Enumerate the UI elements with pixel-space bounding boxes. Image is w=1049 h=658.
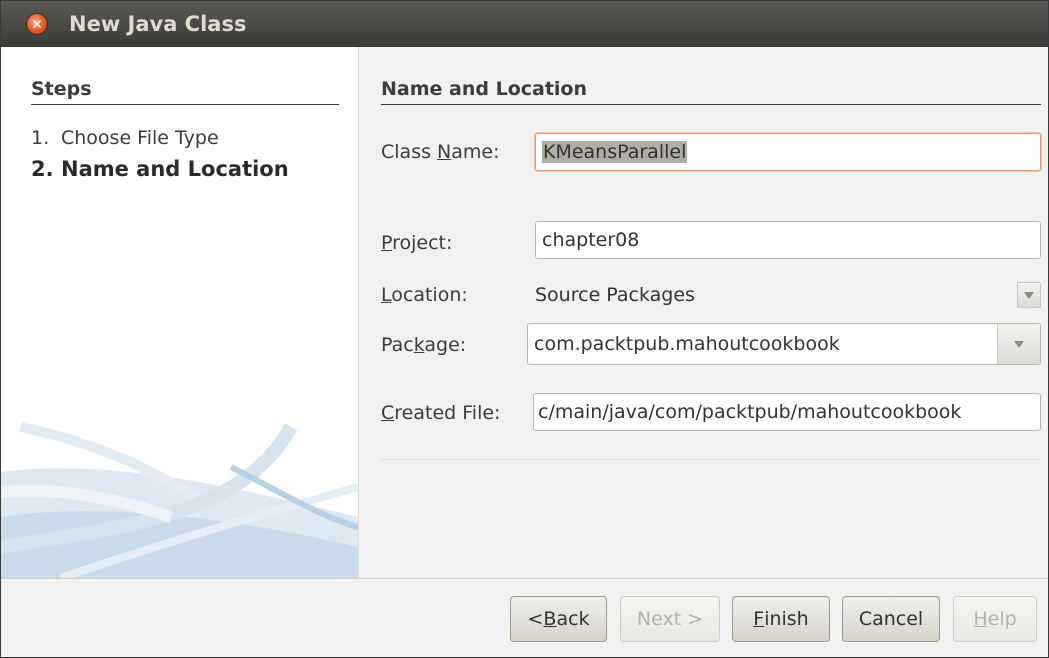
step-number: 1. [31, 127, 50, 149]
form-bottom-divider [381, 459, 1041, 460]
location-label: Location: [381, 284, 468, 306]
chevron-down-icon[interactable] [1017, 282, 1041, 308]
steps-panel: Steps 1. Choose File Type 2. Name and Loca… [1, 47, 358, 578]
step-item-name-and-location: 2. Name and Location [31, 157, 289, 181]
created-file-value: c/main/java/com/packtpub/mahoutcookbook [538, 401, 962, 423]
class-name-input[interactable]: KMeansParallel [535, 133, 1041, 171]
section-divider [381, 104, 1041, 105]
step-item-choose-file-type: 1. Choose File Type [31, 127, 219, 149]
name-and-location-panel: Name and Location Class Name: KMeansPara… [359, 47, 1048, 578]
step-label: Name and Location [61, 157, 289, 181]
step-label: Choose File Type [61, 127, 219, 149]
finish-button[interactable]: Finish [732, 596, 830, 642]
package-combobox[interactable]: com.packtpub.mahoutcookbook [527, 323, 1041, 365]
location-value: Source Packages [535, 284, 695, 306]
window-close-button[interactable] [27, 14, 47, 34]
project-field[interactable]: chapter08 [535, 221, 1041, 259]
class-name-value: KMeansParallel [542, 141, 688, 163]
next-button[interactable]: Next > [620, 596, 720, 642]
package-label: Package: [381, 334, 467, 356]
close-icon [33, 20, 41, 28]
window-title: New Java Class [69, 12, 247, 36]
section-heading: Name and Location [381, 78, 588, 100]
created-file-label: Created File: [381, 402, 501, 424]
title-bar: New Java Class [1, 1, 1048, 47]
back-button[interactable]: < Back [510, 596, 607, 642]
new-java-class-dialog: New Java Class Steps 1. Choose File Type … [0, 0, 1049, 658]
help-button[interactable]: Help [953, 596, 1037, 642]
chevron-down-icon[interactable] [997, 324, 1040, 364]
steps-heading: Steps [31, 78, 92, 100]
cancel-button[interactable]: Cancel [842, 596, 940, 642]
location-dropdown[interactable]: Source Packages [535, 277, 1041, 313]
created-file-field[interactable]: c/main/java/com/packtpub/mahoutcookbook [533, 393, 1041, 431]
class-name-label: Class Name: [381, 141, 500, 163]
step-number: 2. [31, 157, 54, 181]
project-value: chapter08 [542, 229, 640, 251]
steps-divider [31, 104, 339, 105]
footer-divider [1, 578, 1048, 579]
package-value: com.packtpub.mahoutcookbook [534, 333, 840, 355]
project-label: Project: [381, 232, 453, 254]
